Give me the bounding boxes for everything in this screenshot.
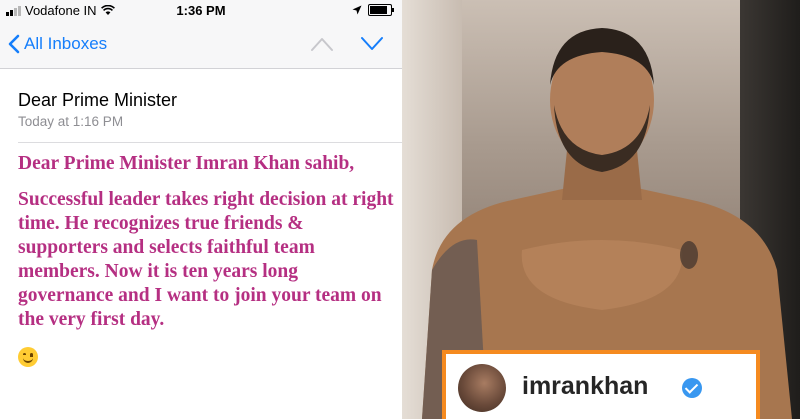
chevron-left-icon — [8, 34, 20, 54]
location-icon — [352, 5, 362, 15]
instagram-profile-highlight: imrankhan — [442, 350, 760, 419]
avatar[interactable] — [458, 364, 506, 412]
status-bar: Vodafone IN 1:36 PM — [0, 0, 402, 22]
next-message-button[interactable] — [360, 36, 384, 52]
email-paragraph: Successful leader takes right decision a… — [18, 189, 394, 330]
previous-message-button[interactable] — [310, 36, 334, 52]
divider — [18, 142, 402, 143]
username-label[interactable]: imrankhan — [522, 372, 648, 401]
email-body: Dear Prime Minister Imran Khan sahib, Su… — [18, 152, 398, 368]
verified-badge-icon — [682, 378, 702, 398]
battery-icon — [368, 4, 394, 16]
email-date: Today at 1:16 PM — [18, 114, 124, 129]
back-label: All Inboxes — [24, 34, 108, 53]
back-button[interactable]: All Inboxes — [8, 34, 107, 54]
email-subject: Dear Prime Minister — [18, 90, 178, 110]
email-screenshot: Vodafone IN 1:36 PM All Inboxes Dear Pri… — [0, 0, 402, 419]
clock-label: 1:36 PM — [176, 3, 226, 18]
navigation-bar: All Inboxes — [0, 22, 402, 69]
email-greeting: Dear Prime Minister Imran Khan sahib, — [18, 153, 355, 174]
smile-emoji-icon — [18, 346, 38, 367]
